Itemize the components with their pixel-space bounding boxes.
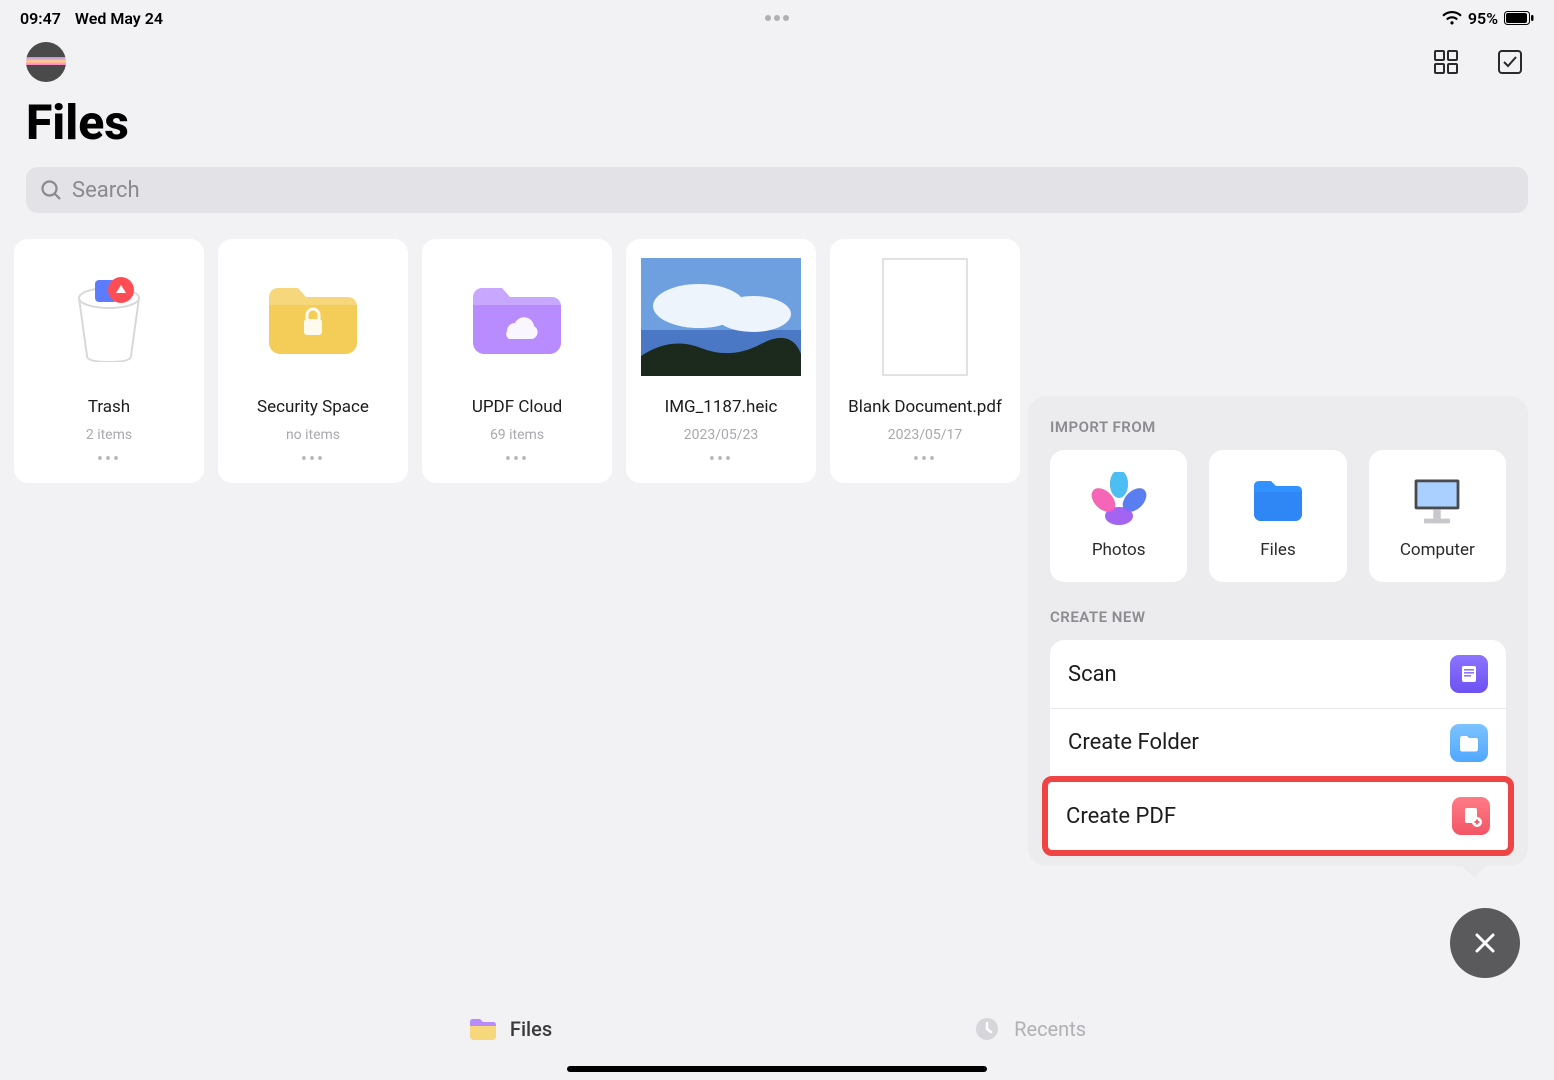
import-label: Photos (1092, 540, 1146, 560)
create-folder[interactable]: Create Folder (1050, 708, 1506, 776)
search-input[interactable] (72, 178, 1514, 203)
card-sub: 2023/05/17 (888, 427, 963, 443)
close-icon (1472, 930, 1498, 956)
view-grid-icon[interactable] (1432, 48, 1460, 76)
status-right: 95% (1442, 9, 1534, 28)
card-sub: 69 items (490, 427, 544, 443)
page-title: Files (0, 86, 1554, 167)
card-more-icon[interactable]: ••• (89, 449, 129, 470)
select-mode-icon[interactable] (1496, 48, 1524, 76)
create-item-label: Create PDF (1066, 804, 1176, 829)
files-icon (1250, 472, 1306, 528)
import-label: Computer (1400, 540, 1475, 560)
file-card-security[interactable]: Security Space no items ••• (218, 239, 408, 483)
photos-icon (1091, 472, 1147, 528)
card-title: IMG_1187.heic (665, 397, 778, 417)
file-card-blank[interactable]: Blank Document.pdf 2023/05/17 ••• (830, 239, 1020, 483)
card-sub: 2023/05/23 (684, 427, 759, 443)
image-thumbnail (641, 257, 801, 377)
create-scan[interactable]: Scan (1050, 640, 1506, 708)
avatar[interactable] (26, 42, 66, 82)
card-more-icon[interactable]: ••• (701, 449, 741, 470)
close-button[interactable] (1450, 908, 1520, 978)
nav-files-icon (468, 1014, 498, 1044)
file-card-trash[interactable]: Trash 2 items ••• (14, 239, 204, 483)
nav-label: Recents (1014, 1017, 1086, 1041)
battery-pct: 95% (1468, 9, 1498, 28)
file-card-image[interactable]: IMG_1187.heic 2023/05/23 ••• (626, 239, 816, 483)
status-date: Wed May 24 (75, 9, 163, 28)
create-folder-icon (1450, 724, 1488, 762)
folder-lock-icon (233, 257, 393, 377)
folder-cloud-icon (437, 257, 597, 377)
card-more-icon[interactable]: ••• (293, 449, 333, 470)
import-from-label: IMPORT FROM (1050, 418, 1506, 436)
card-title: Trash (88, 397, 130, 417)
card-title: Blank Document.pdf (848, 397, 1002, 417)
status-bar: 09:47 Wed May 24 95% (0, 0, 1554, 30)
create-list: Scan Create Folder Create PDF (1050, 640, 1506, 856)
import-photos[interactable]: Photos (1050, 450, 1187, 582)
card-more-icon[interactable]: ••• (905, 449, 945, 470)
card-sub: 2 items (86, 427, 132, 443)
import-files[interactable]: Files (1209, 450, 1346, 582)
create-pdf-icon (1452, 797, 1490, 835)
create-item-label: Scan (1068, 662, 1117, 687)
create-item-label: Create Folder (1068, 730, 1199, 755)
card-sub: no items (286, 427, 340, 443)
nav-label: Files (510, 1017, 552, 1041)
nav-recents[interactable]: Recents (972, 1014, 1086, 1044)
nav-files[interactable]: Files (468, 1014, 552, 1044)
create-pdf[interactable]: Create PDF (1048, 782, 1508, 850)
search-icon (40, 179, 62, 201)
multitasking-dots[interactable] (765, 15, 789, 21)
status-time: 09:47 (20, 9, 61, 28)
scan-icon (1450, 655, 1488, 693)
search-wrap[interactable] (26, 167, 1528, 213)
computer-icon (1409, 472, 1465, 528)
create-pdf-highlight: Create PDF (1042, 776, 1514, 856)
card-title: Security Space (257, 397, 369, 417)
bottom-nav: Files Recents (0, 1014, 1554, 1044)
blank-doc-icon (845, 257, 1005, 377)
import-computer[interactable]: Computer (1369, 450, 1506, 582)
add-panel: IMPORT FROM Photos (1028, 396, 1528, 866)
home-indicator[interactable] (567, 1066, 987, 1072)
card-title: UPDF Cloud (472, 397, 562, 417)
file-card-cloud[interactable]: UPDF Cloud 69 items ••• (422, 239, 612, 483)
wifi-icon (1442, 10, 1462, 26)
import-label: Files (1260, 540, 1295, 560)
trash-icon (29, 257, 189, 377)
nav-recents-icon (972, 1014, 1002, 1044)
battery-icon (1504, 11, 1534, 25)
card-more-icon[interactable]: ••• (497, 449, 537, 470)
create-new-label: CREATE NEW (1050, 608, 1506, 626)
